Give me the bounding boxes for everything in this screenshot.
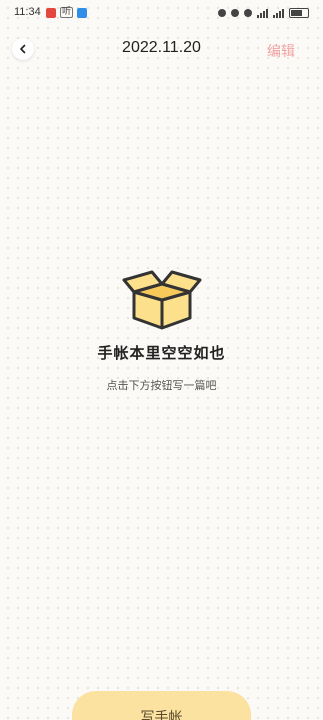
battery-icon xyxy=(289,8,309,18)
signal-icon-2 xyxy=(273,8,284,18)
empty-title: 手帐本里空空如也 xyxy=(97,344,226,362)
empty-subtitle: 点击下方按钮写一篇吧 xyxy=(106,379,217,392)
status-left-icons: 听 xyxy=(46,7,88,18)
wifi-icon xyxy=(244,9,252,17)
box-icon xyxy=(122,270,201,330)
write-journal-button-label: 写手帐 xyxy=(140,710,183,720)
edit-button[interactable]: 编辑 xyxy=(267,41,295,61)
bluetooth-icon xyxy=(231,9,239,17)
write-journal-button[interactable]: 写手帐 xyxy=(72,691,251,720)
status-time: 11:34 xyxy=(14,6,41,18)
empty-state: 手帐本里空空如也 点击下方按钮写一篇吧 xyxy=(0,268,323,393)
app-blue-icon xyxy=(77,7,88,18)
listen-icon: 听 xyxy=(60,7,74,18)
signal-icon xyxy=(257,8,268,18)
app-notification-icon xyxy=(46,7,56,18)
alarm-icon xyxy=(218,9,226,17)
status-right-icons xyxy=(218,8,309,18)
status-bar: 11:34 听 xyxy=(0,0,323,28)
header: 2022.11.20 编辑 xyxy=(0,30,323,68)
